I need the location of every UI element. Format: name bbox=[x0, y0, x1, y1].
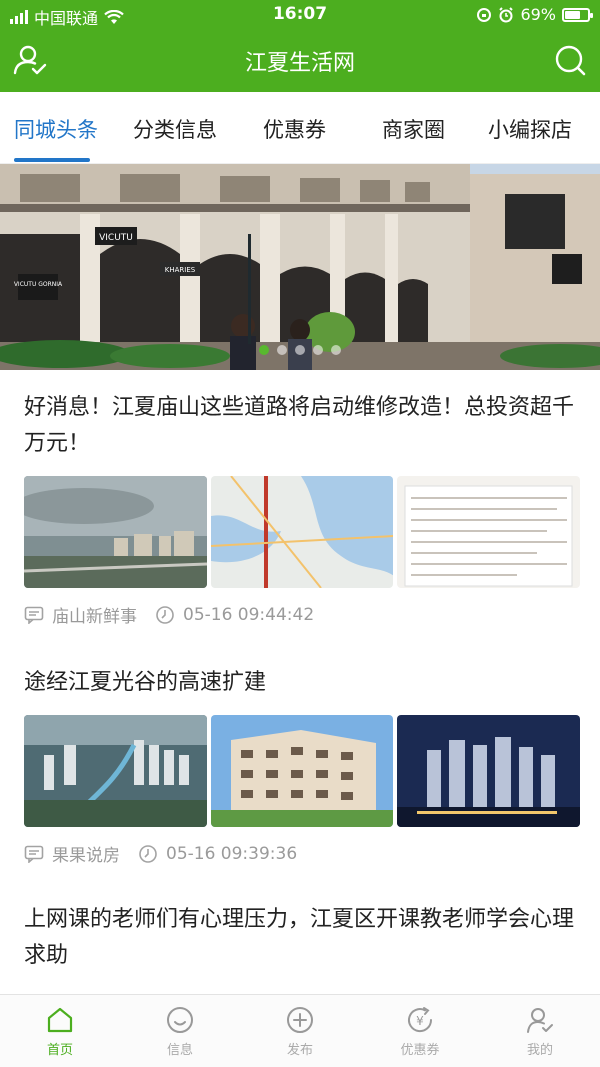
plus-circle-icon bbox=[287, 1007, 313, 1033]
tabbar-coupons[interactable]: ¥ 优惠券 bbox=[360, 995, 480, 1067]
search-icon[interactable] bbox=[552, 42, 588, 78]
news-title[interactable]: 好消息！江夏庙山这些道路将启动维修改造！总投资超千万元！ bbox=[24, 390, 580, 462]
news-time: 05-16 09:44:42 bbox=[183, 604, 315, 625]
smile-icon bbox=[167, 1007, 193, 1033]
tabbar-home[interactable]: 首页 bbox=[0, 995, 120, 1067]
thumbnail-aerial-city[interactable] bbox=[24, 715, 207, 827]
header-bar: 江夏生活网 bbox=[0, 30, 600, 92]
page-title: 江夏生活网 bbox=[244, 51, 355, 76]
battery-fill bbox=[565, 10, 580, 19]
rotation-lock-icon bbox=[477, 7, 492, 22]
banner-image: VICUTU KHARIES VICUTU GORNIA bbox=[0, 164, 600, 370]
clock-icon bbox=[139, 844, 157, 863]
news-title[interactable]: 上网课的老师们有心理压力，江夏区开课教老师学会心理求助 bbox=[24, 902, 580, 974]
carousel-dots bbox=[0, 345, 600, 355]
coupon-icon: ¥ bbox=[408, 1007, 433, 1033]
carousel-dot[interactable] bbox=[277, 345, 287, 355]
battery-percent: 69% bbox=[520, 5, 556, 24]
news-time: 05-16 09:39:36 bbox=[166, 843, 298, 864]
thumbnail-cityscape[interactable] bbox=[24, 476, 207, 588]
tab-store-visits[interactable]: 小编探店 bbox=[488, 114, 572, 144]
news-meta: 果果说房 05-16 09:39:36 bbox=[24, 841, 580, 866]
news-item[interactable]: 好消息！江夏庙山这些道路将启动维修改造！总投资超千万元！ 庙山新鲜事 05-16… bbox=[24, 390, 581, 627]
sign-kharies: KHARIES bbox=[165, 266, 196, 274]
tabbar-label: 优惠券 bbox=[400, 1043, 440, 1058]
banner-carousel[interactable]: VICUTU KHARIES VICUTU GORNIA bbox=[0, 164, 600, 370]
news-source: 果果说房 bbox=[52, 846, 120, 866]
news-source: 庙山新鲜事 bbox=[52, 607, 137, 627]
tabbar-label: 首页 bbox=[46, 1043, 73, 1058]
category-tabs: 同城头条 分类信息 优惠券 商家圈 小编探店 bbox=[0, 92, 600, 164]
news-item[interactable]: 途经江夏光谷的高速扩建 果果说房 05-16 09:39:36 bbox=[24, 665, 581, 866]
alarm-icon bbox=[499, 6, 514, 22]
home-icon bbox=[47, 1007, 73, 1033]
carousel-dot[interactable] bbox=[331, 345, 341, 355]
news-thumbnails bbox=[24, 476, 581, 588]
news-thumbnails bbox=[24, 715, 581, 827]
status-bar: 中国联通 16:07 69% bbox=[0, 0, 600, 30]
tab-coupons[interactable]: 优惠券 bbox=[263, 114, 326, 144]
carousel-dot[interactable] bbox=[295, 345, 305, 355]
tabbar-profile[interactable]: 我的 bbox=[480, 995, 600, 1067]
tab-merchants[interactable]: 商家圈 bbox=[382, 114, 445, 144]
news-title[interactable]: 途经江夏光谷的高速扩建 bbox=[24, 665, 580, 701]
sign-vicutu: VICUTU bbox=[99, 233, 133, 243]
carousel-dot[interactable] bbox=[313, 345, 323, 355]
comment-icon bbox=[24, 606, 44, 624]
news-item[interactable]: 上网课的老师们有心理压力，江夏区开课教老师学会心理求助 bbox=[24, 902, 580, 974]
status-right: 69% bbox=[476, 5, 593, 24]
bottom-tab-bar: 首页 信息 发布 ¥ 优惠券 我的 bbox=[0, 994, 600, 1067]
battery-icon bbox=[562, 7, 593, 22]
news-meta: 庙山新鲜事 05-16 09:44:42 bbox=[24, 602, 580, 627]
carousel-dot[interactable] bbox=[259, 345, 269, 355]
clock-icon bbox=[156, 605, 174, 624]
thumbnail-night-towers[interactable] bbox=[397, 715, 581, 827]
tabbar-label: 我的 bbox=[526, 1043, 553, 1058]
sign-vicutu-gornia: VICUTU GORNIA bbox=[14, 281, 63, 288]
thumbnail-document[interactable] bbox=[397, 476, 581, 588]
thumbnail-map[interactable] bbox=[210, 476, 394, 588]
svg-text:¥: ¥ bbox=[416, 1014, 424, 1028]
profile-icon bbox=[527, 1008, 553, 1033]
tab-classifieds[interactable]: 分类信息 bbox=[133, 114, 217, 144]
thumbnail-apartment[interactable] bbox=[210, 715, 394, 827]
tabbar-label: 信息 bbox=[166, 1043, 193, 1058]
comment-icon bbox=[24, 845, 44, 863]
tabbar-messages[interactable]: 信息 bbox=[120, 995, 240, 1067]
tabbar-label: 发布 bbox=[286, 1043, 313, 1058]
active-tab-indicator bbox=[14, 158, 90, 162]
tab-headlines[interactable]: 同城头条 bbox=[14, 114, 98, 144]
tabbar-post[interactable]: 发布 bbox=[240, 995, 360, 1067]
